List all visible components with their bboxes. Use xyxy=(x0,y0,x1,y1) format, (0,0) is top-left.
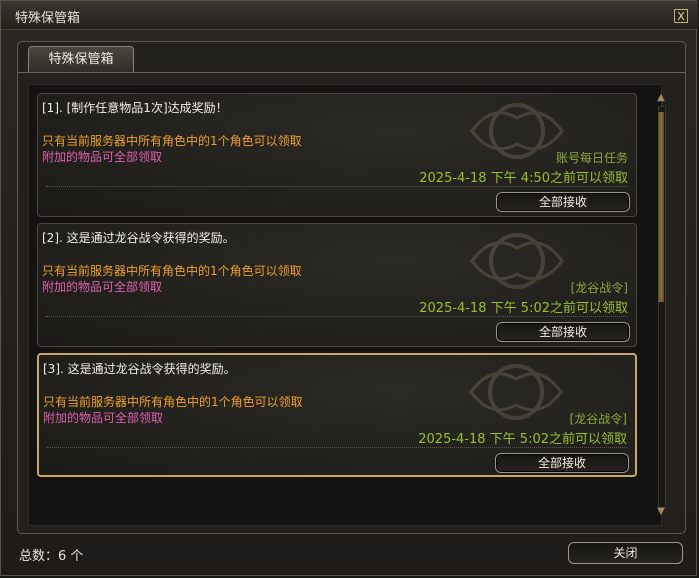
reward-source: [龙谷战令] xyxy=(569,412,627,426)
content-panel: 特殊保管箱 [1]. [制作任意物品1次]达成奖励！ 只有当前服务器中所有角色中… xyxy=(17,41,686,534)
reward-restriction: 只有当前服务器中所有角色中的1个角色可以领取 xyxy=(42,264,302,278)
dragon-emblem-icon xyxy=(469,364,563,420)
reward-title: [3]. 这是通过龙谷战令获得的奖励。 xyxy=(43,362,236,376)
receive-all-button[interactable]: 全部接收 xyxy=(496,192,630,212)
tab-special-storage[interactable]: 特殊保管箱 xyxy=(28,46,134,72)
reward-expire: 2025-4-18 下午 5:02之前可以领取 xyxy=(418,432,627,447)
reward-restriction: 只有当前服务器中所有角色中的1个角色可以领取 xyxy=(42,134,302,148)
divider xyxy=(46,186,628,187)
storage-window: 特殊保管箱 X 特殊保管箱 [1]. [制作任意物品1次]达成奖励！ 只有当前服… xyxy=(0,0,698,576)
receive-all-button[interactable]: 全部接收 xyxy=(496,322,630,342)
receive-all-button[interactable]: 全部接收 xyxy=(495,453,629,473)
reward-card[interactable]: [1]. [制作任意物品1次]达成奖励！ 只有当前服务器中所有角色中的1个角色可… xyxy=(37,93,637,217)
scroll-thumb[interactable] xyxy=(658,112,664,302)
reward-card-selected[interactable]: [3]. 这是通过龙谷战令获得的奖励。 只有当前服务器中所有角色中的1个角色可以… xyxy=(37,353,637,477)
reward-expire: 2025-4-18 下午 4:50之前可以领取 xyxy=(419,171,628,186)
title-bar: 特殊保管箱 X xyxy=(1,1,698,30)
total-count: 总数：6 个 xyxy=(19,549,84,564)
scroll-down-icon[interactable]: ▼ xyxy=(654,506,668,518)
window-title: 特殊保管箱 xyxy=(15,11,81,26)
reward-note: 附加的物品可全部领取 xyxy=(42,150,163,164)
reward-card[interactable]: [2]. 这是通过龙谷战令获得的奖励。 只有当前服务器中所有角色中的1个角色可以… xyxy=(37,223,637,347)
reward-list: [1]. [制作任意物品1次]达成奖励！ 只有当前服务器中所有角色中的1个角色可… xyxy=(28,84,662,526)
reward-source: [龙谷战令] xyxy=(570,281,628,295)
close-icon[interactable]: X xyxy=(674,9,688,23)
reward-title: [1]. [制作任意物品1次]达成奖励！ xyxy=(42,101,228,115)
tab-bar: 特殊保管箱 xyxy=(18,42,685,73)
reward-source: 账号每日任务 xyxy=(555,151,628,165)
divider xyxy=(46,316,628,317)
reward-restriction: 只有当前服务器中所有角色中的1个角色可以领取 xyxy=(43,395,303,409)
dragon-emblem-icon xyxy=(470,233,564,289)
reward-note: 附加的物品可全部领取 xyxy=(42,280,163,294)
reward-title: [2]. 这是通过龙谷战令获得的奖励。 xyxy=(42,231,235,245)
reward-expire: 2025-4-18 下午 5:02之前可以领取 xyxy=(419,301,628,316)
reward-note: 附加的物品可全部领取 xyxy=(43,411,164,425)
scroll-up-icon[interactable]: ▲ xyxy=(654,92,668,104)
close-button[interactable]: 关闭 xyxy=(568,542,683,564)
scrollbar[interactable]: ▲ ▼ xyxy=(652,92,670,520)
divider xyxy=(47,447,627,448)
